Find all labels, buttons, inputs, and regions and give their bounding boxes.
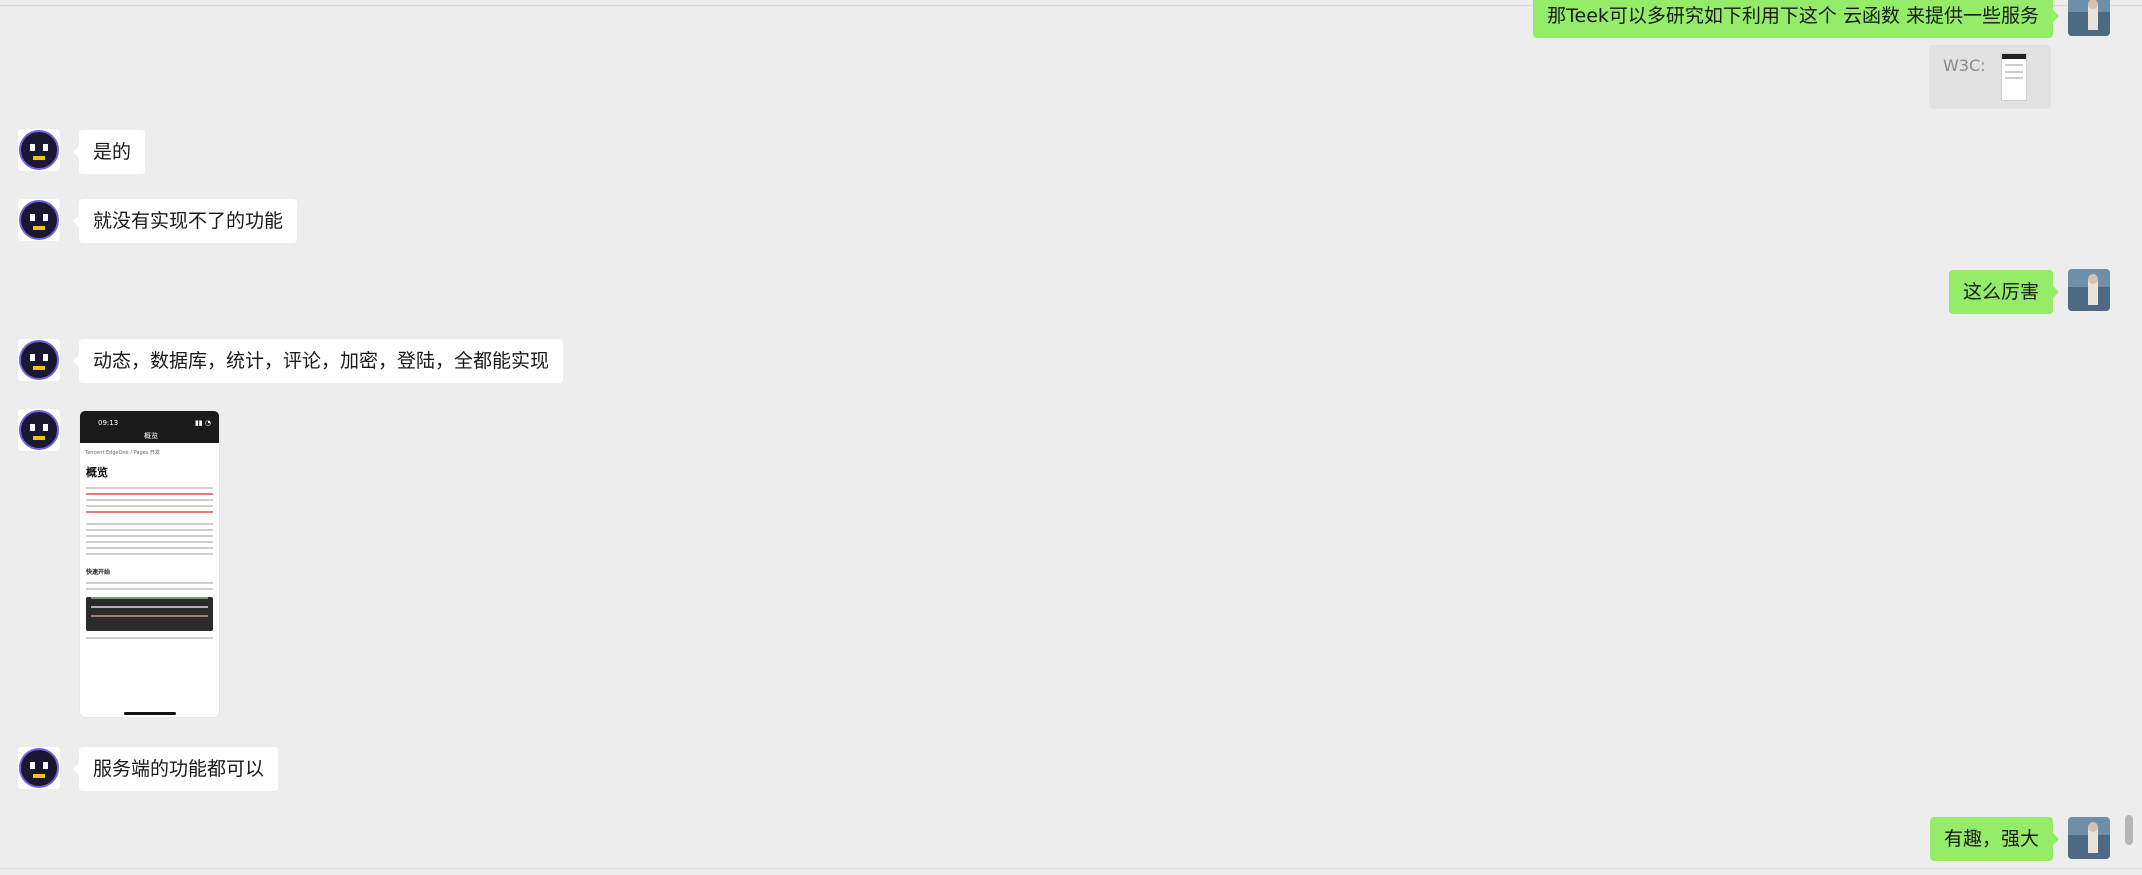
message-bubble-contact[interactable]: 动态，数据库，统计，评论，加密，登陆，全都能实现 [72,339,564,383]
message-bubble-self[interactable]: 这么厉害 [1948,270,2060,314]
text-line [86,523,213,525]
phone-subheading: 快速开始 [86,569,111,576]
text-line [86,511,213,513]
phone-breadcrumb: Tencent EdgeOne / Pages 开发 [85,450,160,456]
phone-time: 09:13 [98,419,119,427]
message-bubble-self[interactable]: 那Teek可以多研究如下利用下这个 云函数 来提供一些服务 [1533,0,2059,38]
text-line [86,499,213,501]
text-line [86,547,213,549]
message-text: 有趣，强大 [1943,828,2039,850]
contact-avatar[interactable] [18,409,60,451]
text-line [86,541,213,543]
contact-avatar[interactable] [18,199,60,241]
text-line [86,582,213,584]
message-text: 那Teek可以多研究如下利用下这个 云函数 来提供一些服务 [1547,5,2039,27]
text-line [86,529,213,531]
quote-thumbnail [2001,53,2027,101]
text-line [86,637,213,639]
robot-face-icon [18,199,60,241]
message-text: 动态，数据库，统计，评论，加密，登陆，全都能实现 [93,350,550,372]
home-indicator [124,712,176,715]
landscape-photo-avatar [2068,0,2110,36]
quote-label: W3C: [1943,56,1986,75]
phone-title: 概览 [144,432,158,440]
code-block [86,597,213,631]
message-text: 服务端的功能都可以 [93,758,265,780]
chat-window: 那Teek可以多研究如下利用下这个 云函数 来提供一些服务 W3C: 是的 就没… [0,0,2142,875]
self-avatar[interactable] [2068,269,2110,311]
divider [0,868,2142,869]
robot-face-icon [18,747,60,789]
robot-face-icon [18,339,60,381]
message-text: 是的 [93,141,132,163]
message-bubble-contact[interactable]: 就没有实现不了的功能 [72,199,298,243]
quote-card[interactable]: W3C: [1929,45,2051,109]
contact-avatar[interactable] [18,747,60,789]
text-line [86,588,213,590]
text-line [86,505,213,507]
self-avatar[interactable] [2068,0,2110,36]
scrollbar-thumb[interactable] [2125,815,2133,845]
contact-avatar[interactable] [18,129,60,171]
phone-status-bar: 09:13 概览 ▮▮ ◔ [80,411,219,443]
message-bubble-self[interactable]: 有趣，强大 [1929,817,2060,861]
image-message-screenshot[interactable]: 09:13 概览 ▮▮ ◔ Tencent EdgeOne / Pages 开发… [79,410,220,718]
phone-heading: 概览 [86,466,108,479]
text-line [86,493,213,495]
self-avatar[interactable] [2068,817,2110,859]
message-text: 这么厉害 [1962,281,2039,303]
robot-face-icon [18,409,60,451]
signal-icon: ▮▮ ◔ [194,419,211,427]
landscape-photo-avatar [2068,269,2110,311]
message-bubble-contact[interactable]: 是的 [72,130,146,174]
text-line [86,535,213,537]
text-line [86,487,213,489]
landscape-photo-avatar [2068,817,2110,859]
message-bubble-contact[interactable]: 服务端的功能都可以 [72,747,279,791]
message-text: 就没有实现不了的功能 [93,210,284,232]
contact-avatar[interactable] [18,339,60,381]
text-line [86,553,213,555]
robot-face-icon [18,129,60,171]
